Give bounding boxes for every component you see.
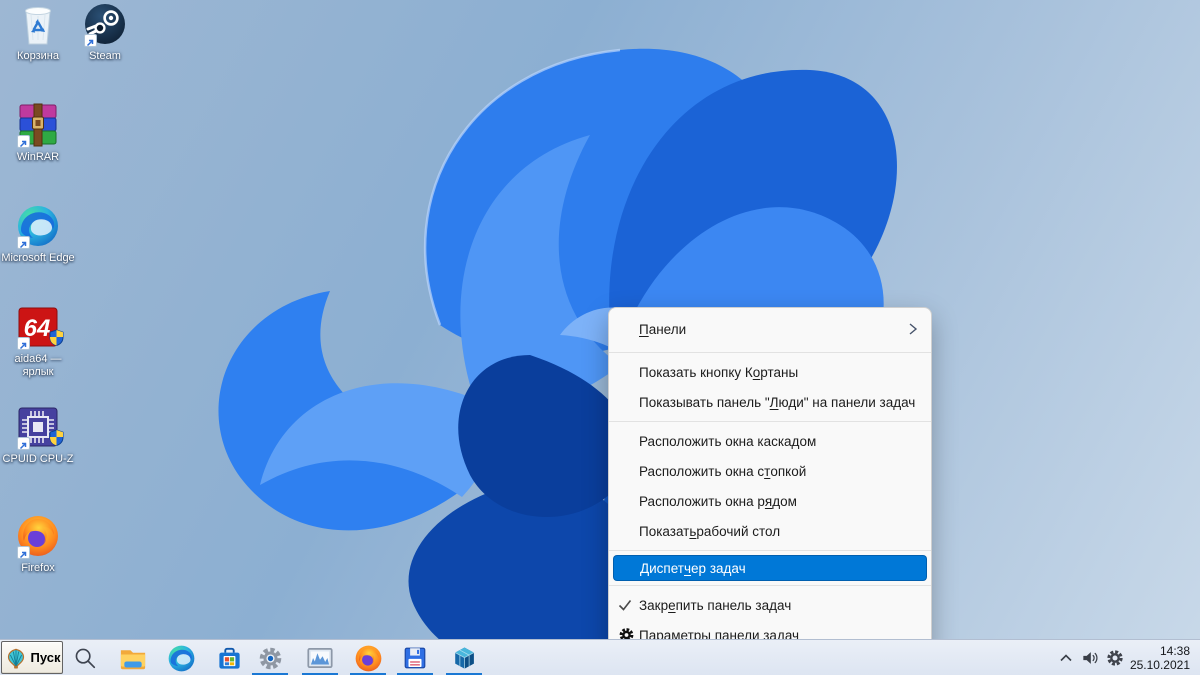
desktop-icon-label: Steam <box>89 50 121 62</box>
start-button-label: Пуск <box>30 650 61 665</box>
tray-show-hidden-icons-button[interactable] <box>1054 640 1078 675</box>
desktop-icon-winrar[interactable]: WinRAR <box>0 103 76 164</box>
recycle-bin-icon <box>25 7 51 45</box>
floppy-disk-icon <box>404 647 426 669</box>
shortcut-arrow-icon <box>84 34 97 47</box>
menu-item-toolbars[interactable]: Панели <box>609 310 931 348</box>
taskbar-button-microsoft-store[interactable] <box>209 640 249 675</box>
uac-shield-icon <box>49 329 64 351</box>
menu-item-show-desktop[interactable]: Показат ь рабочий стол <box>609 516 931 546</box>
menu-separator <box>609 421 931 422</box>
menu-item-lock-taskbar[interactable]: Закр е пить панель задач <box>609 590 931 620</box>
tray-volume-button[interactable] <box>1078 640 1102 675</box>
menu-item-show-people-bar[interactable]: Показывать панель " Люди" на панели задач <box>609 387 931 417</box>
menu-item-stack-windows[interactable]: Расположить окна с т опкой <box>609 456 931 486</box>
menu-separator <box>609 352 931 353</box>
shortcut-arrow-icon <box>17 337 30 350</box>
taskbar-button-registry-editor[interactable] <box>444 640 484 675</box>
taskbar-button-search[interactable] <box>65 640 105 675</box>
menu-item-task-manager[interactable]: Диспет ч ер задач <box>613 555 927 581</box>
desktop-icon-label: Microsoft Edge <box>1 252 75 264</box>
desktop-icon-label: Firefox <box>21 562 55 574</box>
registry-cube-icon <box>454 647 474 669</box>
search-icon <box>75 648 96 669</box>
tray-time: 14:38 <box>1159 644 1190 658</box>
desktop-icon-aida64[interactable]: 64 aida64 — ярлык <box>0 305 76 379</box>
taskbar: Пуск 14:38 25.10.2021 <box>0 639 1200 675</box>
taskbar-context-menu: Панели Показать кнопку Ко ртаны Показыват… <box>608 307 932 653</box>
checkmark-icon <box>618 599 632 611</box>
tray-date: 25.10.2021 <box>1129 658 1190 672</box>
chevron-up-icon <box>1060 654 1072 662</box>
taskbar-button-microsoft-edge[interactable] <box>161 640 201 675</box>
microsoft-edge-icon <box>168 645 194 671</box>
submenu-chevron-icon <box>909 323 918 335</box>
menu-item-side-by-side-windows[interactable]: Расположить окна р я дом <box>609 486 931 516</box>
tray-clock[interactable]: 14:38 25.10.2021 <box>1128 644 1190 672</box>
taskbar-button-floppy-save-app[interactable] <box>395 640 435 675</box>
shortcut-arrow-icon <box>17 437 30 450</box>
desktop-icon-firefox[interactable]: Firefox <box>0 514 76 575</box>
settings-gear-icon <box>259 647 281 669</box>
taskbar-button-system-monitor[interactable] <box>300 640 340 675</box>
tray-settings-button[interactable] <box>1102 640 1128 675</box>
speaker-icon <box>1083 652 1098 664</box>
desktop-icon-microsoft-edge[interactable]: Microsoft Edge <box>0 204 76 265</box>
system-monitor-icon <box>307 648 333 668</box>
desktop-icon-label: aida64 — ярлык <box>14 353 62 378</box>
taskbar-button-settings[interactable] <box>250 640 290 675</box>
taskbar-button-file-explorer[interactable] <box>113 640 153 675</box>
desktop: Корзина Steam WinRAR Microsoft Edge 64 a… <box>0 0 1200 675</box>
desktop-icon-cpuid-cpu-z[interactable]: CPUID CPU-Z <box>0 405 76 466</box>
shortcut-arrow-icon <box>17 236 30 249</box>
taskbar-button-firefox[interactable] <box>348 640 388 675</box>
menu-separator <box>609 550 931 551</box>
shortcut-arrow-icon <box>17 135 30 148</box>
menu-item-show-cortana-button[interactable]: Показать кнопку Ко ртаны <box>609 357 931 387</box>
desktop-icon-label: CPUID CPU-Z <box>2 453 74 465</box>
firefox-icon <box>355 645 381 671</box>
microsoft-store-icon <box>218 647 240 669</box>
start-button[interactable]: Пуск <box>1 641 63 674</box>
tray-gear-icon <box>1107 650 1123 666</box>
menu-separator <box>609 585 931 586</box>
file-explorer-icon <box>120 650 146 670</box>
start-shell-icon <box>7 648 24 668</box>
desktop-icon-steam[interactable]: Steam <box>67 2 143 63</box>
uac-shield-icon <box>49 429 64 451</box>
desktop-icon-recycle-bin[interactable]: Корзина <box>0 2 76 63</box>
desktop-icon-label: WinRAR <box>16 151 60 163</box>
desktop-icon-label: Корзина <box>17 50 59 62</box>
shortcut-arrow-icon <box>17 546 30 559</box>
menu-item-cascade-windows[interactable]: Расположить окна каскадом <box>609 426 931 456</box>
